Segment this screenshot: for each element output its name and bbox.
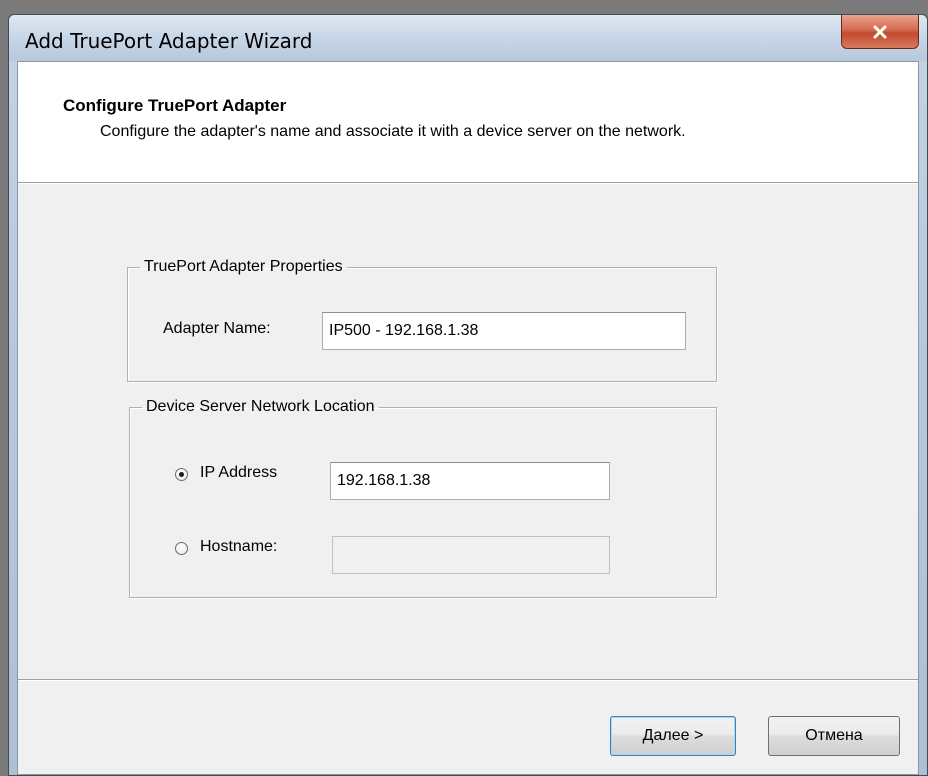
- ip-address-input[interactable]: [330, 462, 610, 500]
- window-title: Add TruePort Adapter Wizard: [25, 29, 313, 53]
- title-bar[interactable]: Add TruePort Adapter Wizard: [9, 15, 927, 61]
- page-title: Configure TruePort Adapter: [63, 96, 287, 115]
- hostname-input: [332, 536, 610, 574]
- header-divider: [18, 183, 918, 184]
- footer-divider: [18, 679, 918, 681]
- close-button[interactable]: [841, 15, 919, 49]
- cancel-button[interactable]: Отмена: [768, 716, 900, 756]
- wizard-window: Add TruePort Adapter Wizard Configure Tr…: [8, 14, 928, 776]
- close-icon: [873, 25, 887, 38]
- ip-address-radio[interactable]: [175, 468, 188, 481]
- adapter-properties-legend: TruePort Adapter Properties: [144, 258, 343, 275]
- hostname-radio[interactable]: [175, 542, 188, 555]
- wizard-header: Configure TruePort Adapter Configure the…: [18, 62, 918, 183]
- page-subtitle: Configure the adapter's name and associa…: [100, 123, 686, 140]
- next-button[interactable]: Далее >: [610, 716, 736, 756]
- network-location-legend: Device Server Network Location: [146, 398, 375, 415]
- dialog-client-area: Configure TruePort Adapter Configure the…: [17, 61, 919, 775]
- radio-selected-dot: [179, 472, 184, 477]
- adapter-name-input[interactable]: [322, 312, 686, 350]
- ip-address-label[interactable]: IP Address: [200, 464, 277, 482]
- hostname-label[interactable]: Hostname:: [200, 538, 277, 556]
- adapter-name-label: Adapter Name:: [163, 320, 271, 337]
